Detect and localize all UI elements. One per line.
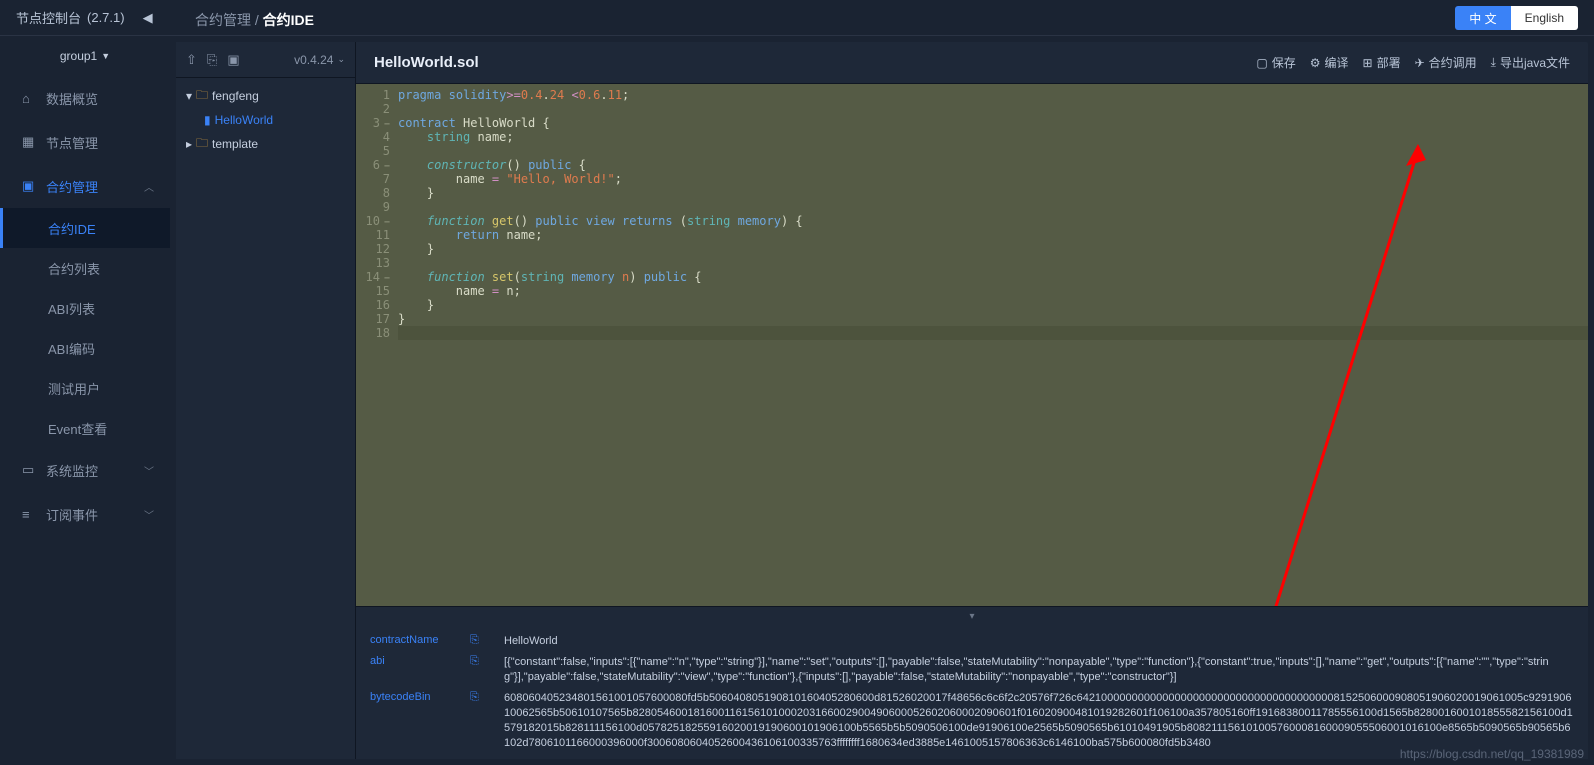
chevron-down-icon: ﹀ xyxy=(144,507,154,522)
abi-value: [{"constant":false,"inputs":[{"name":"n"… xyxy=(504,655,1574,685)
sidebar-collapse-icon[interactable]: ◀ xyxy=(143,10,153,26)
gear-icon: ⚙ xyxy=(1310,56,1321,70)
compile-button[interactable]: ⚙编译 xyxy=(1310,54,1349,71)
calendar-icon: ▦ xyxy=(22,134,36,150)
panel-collapse-bar[interactable]: ▾ xyxy=(356,606,1588,626)
bytecode-value: 608060405234801561001057600080fd5b506040… xyxy=(504,691,1574,751)
chevron-up-icon: ︿ xyxy=(144,179,154,194)
chevron-down-icon: ▾ xyxy=(969,611,974,622)
nav-system-monitor[interactable]: ▭ 系统监控 ﹀ xyxy=(0,448,170,492)
copy-icon[interactable]: ⎘ xyxy=(470,634,484,647)
nav-subscribe-event[interactable]: ≡ 订阅事件 ﹀ xyxy=(0,492,170,536)
home-icon: ⌂ xyxy=(22,91,36,106)
box-icon: ▣ xyxy=(22,178,36,194)
nav-label: 合约管理 xyxy=(46,177,98,196)
call-button[interactable]: ✈合约调用 xyxy=(1415,54,1477,71)
rss-icon: ≡ xyxy=(22,507,36,522)
app-title: 节点控制台 (2.7.1) ◀ xyxy=(16,8,153,27)
nav-node-management[interactable]: ▦ 节点管理 xyxy=(0,120,170,164)
folder-icon: 🗀 xyxy=(196,134,208,155)
folder-fengfeng[interactable]: ▾ 🗀 fengfeng xyxy=(176,84,355,108)
export-java-button[interactable]: ⤓导出java文件 xyxy=(1491,54,1570,71)
nav-contract-management[interactable]: ▣ 合约管理 ︿ xyxy=(0,164,170,208)
nav-label: 系统监控 xyxy=(46,461,98,480)
upload-icon[interactable]: ⇧ xyxy=(186,52,197,68)
compiler-version-selector[interactable]: v0.4.24⌄ xyxy=(294,53,345,67)
nav-data-overview[interactable]: ⌂ 数据概览 xyxy=(0,76,170,120)
save-icon: ▢ xyxy=(1256,56,1267,70)
contract-name-label: contractName xyxy=(370,634,450,646)
send-icon: ✈ xyxy=(1415,56,1425,70)
compile-output-panel: contractName ⎘ HelloWorld abi ⎘ [{"const… xyxy=(356,626,1588,759)
file-tree: ⇧ ⎘ ▣ v0.4.24⌄ ▾ 🗀 fengfeng ▮ HelloWorld xyxy=(176,42,356,759)
nav-label: 数据概览 xyxy=(46,89,98,108)
code-body[interactable]: pragma solidity>=0.4.24 <0.6.11; contrac… xyxy=(398,84,1588,606)
nav-sub-test-user[interactable]: 测试用户 xyxy=(0,368,170,408)
deploy-button[interactable]: ⊞部署 xyxy=(1363,54,1401,71)
new-file-icon[interactable]: ⎘ xyxy=(207,52,217,68)
nav-label: 节点管理 xyxy=(46,133,98,152)
language-switcher: 中 文 English xyxy=(1455,6,1578,30)
nav-sub-abi-encode[interactable]: ABI编码 xyxy=(0,328,170,368)
chevron-down-icon: ﹀ xyxy=(144,463,154,478)
download-icon: ⤓ xyxy=(1491,55,1496,70)
new-folder-icon[interactable]: ▣ xyxy=(227,52,239,68)
nav-sub-abi-list[interactable]: ABI列表 xyxy=(0,288,170,328)
bytecode-label: bytecodeBin xyxy=(370,691,450,703)
line-gutter: 123456789101112131415161718 xyxy=(356,84,398,606)
lang-chinese-button[interactable]: 中 文 xyxy=(1455,6,1510,30)
nav-label: 订阅事件 xyxy=(46,505,98,524)
file-icon: ▮ xyxy=(204,113,211,127)
caret-right-icon: ▸ xyxy=(186,137,192,151)
code-editor[interactable]: 123456789101112131415161718 pragma solid… xyxy=(356,84,1588,606)
lang-english-button[interactable]: English xyxy=(1511,6,1578,30)
folder-template[interactable]: ▸ 🗀 template xyxy=(176,132,355,156)
copy-icon[interactable]: ⎘ xyxy=(470,691,484,704)
folder-icon: 🗀 xyxy=(196,86,208,107)
nav-sub-event-view[interactable]: Event查看 xyxy=(0,408,170,448)
breadcrumb: 合约管理 / 合约IDE xyxy=(195,10,314,30)
file-helloworld[interactable]: ▮ HelloWorld xyxy=(176,108,355,132)
caret-down-icon: ▾ xyxy=(186,89,192,103)
copy-icon[interactable]: ⎘ xyxy=(470,655,484,668)
nav-sub-contract-ide[interactable]: 合约IDE xyxy=(0,208,170,248)
abi-label: abi xyxy=(370,655,450,667)
save-button[interactable]: ▢保存 xyxy=(1256,54,1295,71)
open-file-name: HelloWorld.sol xyxy=(374,54,479,71)
monitor-icon: ▭ xyxy=(22,462,36,478)
nav-sub-contract-list[interactable]: 合约列表 xyxy=(0,248,170,288)
sidebar: group1▼ ⌂ 数据概览 ▦ 节点管理 ▣ 合约管理 ︿ 合约IDE 合约列… xyxy=(0,36,170,765)
group-selector[interactable]: group1▼ xyxy=(0,36,170,76)
grid-icon: ⊞ xyxy=(1363,56,1373,70)
contract-name-value: HelloWorld xyxy=(504,634,1574,649)
